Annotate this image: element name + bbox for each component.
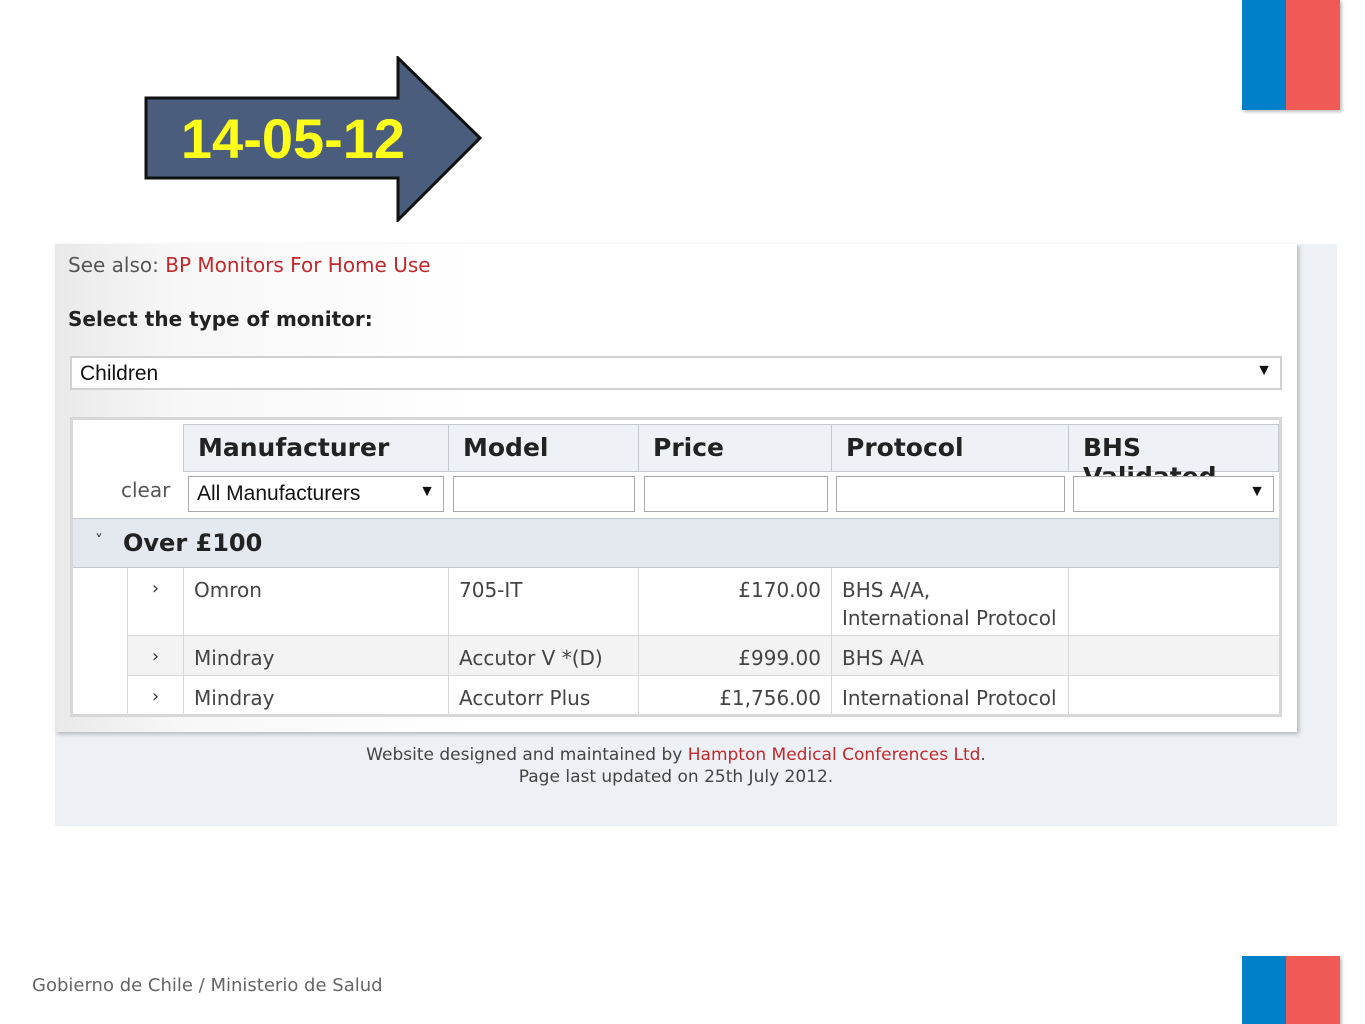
- model-filter-input[interactable]: [453, 476, 635, 512]
- dropdown-arrow-icon: ▼: [1256, 362, 1272, 379]
- manufacturer-filter-select[interactable]: All Manufacturers ▼: [188, 476, 444, 512]
- hampton-link[interactable]: Hampton Medical Conferences Ltd: [688, 745, 981, 765]
- cell-bhs: [1068, 676, 1279, 715]
- cell-price: £999.00: [638, 636, 831, 675]
- cell-model: Accutor V *(D): [448, 636, 638, 675]
- see-also-prefix: See also:: [68, 253, 166, 277]
- group-row-over-100[interactable]: ˅ Over £100: [73, 518, 1279, 568]
- table-row[interactable]: › Omron 705-IT £170.00 BHS A/A, Internat…: [127, 568, 1279, 636]
- monitor-type-heading: Select the type of monitor:: [68, 307, 373, 331]
- manufacturer-filter-value: All Manufacturers: [197, 482, 361, 505]
- cell-manufacturer: Omron: [183, 568, 448, 635]
- clear-filters-link[interactable]: clear: [121, 478, 170, 502]
- flag-red-stripe: [1286, 956, 1340, 1024]
- header-manufacturer[interactable]: Manufacturer: [183, 424, 449, 472]
- cell-bhs: [1068, 568, 1279, 635]
- protocol-filter-input[interactable]: [836, 476, 1065, 512]
- price-filter-input[interactable]: [644, 476, 828, 512]
- dropdown-arrow-icon: ▼: [1249, 483, 1265, 500]
- home-monitors-link[interactable]: BP Monitors For Home Use: [165, 253, 430, 277]
- footer-suffix: .: [980, 745, 986, 765]
- table-row[interactable]: › Mindray Accutor V *(D) £999.00 BHS A/A: [127, 636, 1279, 676]
- flag-logo-top: [1242, 0, 1340, 110]
- flag-blue-stripe: [1242, 0, 1286, 110]
- table-row[interactable]: › Mindray Accutorr Plus £1,756.00 Intern…: [127, 676, 1279, 716]
- chevron-right-icon[interactable]: ›: [127, 676, 183, 715]
- bhs-filter-select[interactable]: ▼: [1073, 476, 1274, 512]
- footer-prefix: Website designed and maintained by: [366, 745, 688, 765]
- site-footer-line2: Page last updated on 25th July 2012.: [518, 767, 834, 787]
- date-label: 14-05-12: [180, 106, 406, 170]
- header-bhs-validated[interactable]: BHS Validated: [1068, 424, 1279, 491]
- group-label: Over £100: [123, 529, 263, 557]
- cell-protocol: International Protocol: [831, 676, 1068, 715]
- dropdown-arrow-icon: ▼: [419, 483, 435, 500]
- monitor-type-select[interactable]: Children ▼: [70, 356, 1282, 390]
- chevron-down-icon[interactable]: ˅: [95, 531, 103, 550]
- header-price[interactable]: Price: [638, 424, 832, 472]
- cell-price: £170.00: [638, 568, 831, 635]
- flag-blue-stripe: [1242, 956, 1286, 1024]
- cell-manufacturer: Mindray: [183, 636, 448, 675]
- site-footer-line1: Website designed and maintained by Hampt…: [55, 745, 1297, 765]
- content-area: See also: BP Monitors For Home Use Selec…: [55, 244, 1297, 732]
- see-also: See also: BP Monitors For Home Use: [68, 253, 431, 277]
- flag-red-stripe: [1286, 0, 1340, 110]
- cell-manufacturer: Mindray: [183, 676, 448, 715]
- monitor-type-value: Children: [80, 362, 159, 385]
- cell-bhs: [1068, 636, 1279, 675]
- cell-protocol: BHS A/A, International Protocol: [831, 568, 1068, 635]
- cell-protocol: BHS A/A: [831, 636, 1068, 675]
- slide-footer: Gobierno de Chile / Ministerio de Salud: [32, 975, 383, 996]
- chevron-right-icon[interactable]: ›: [127, 568, 183, 635]
- monitors-table: Manufacturer Model Price Protocol BHS Va…: [70, 417, 1282, 717]
- header-protocol[interactable]: Protocol: [831, 424, 1069, 472]
- header-model[interactable]: Model: [448, 424, 639, 472]
- cell-model: Accutorr Plus: [448, 676, 638, 715]
- flag-logo-bottom: [1242, 956, 1340, 1024]
- chevron-right-icon[interactable]: ›: [127, 636, 183, 675]
- website-panel: See also: BP Monitors For Home Use Selec…: [55, 244, 1337, 826]
- cell-price: £1,756.00: [638, 676, 831, 715]
- cell-model: 705-IT: [448, 568, 638, 635]
